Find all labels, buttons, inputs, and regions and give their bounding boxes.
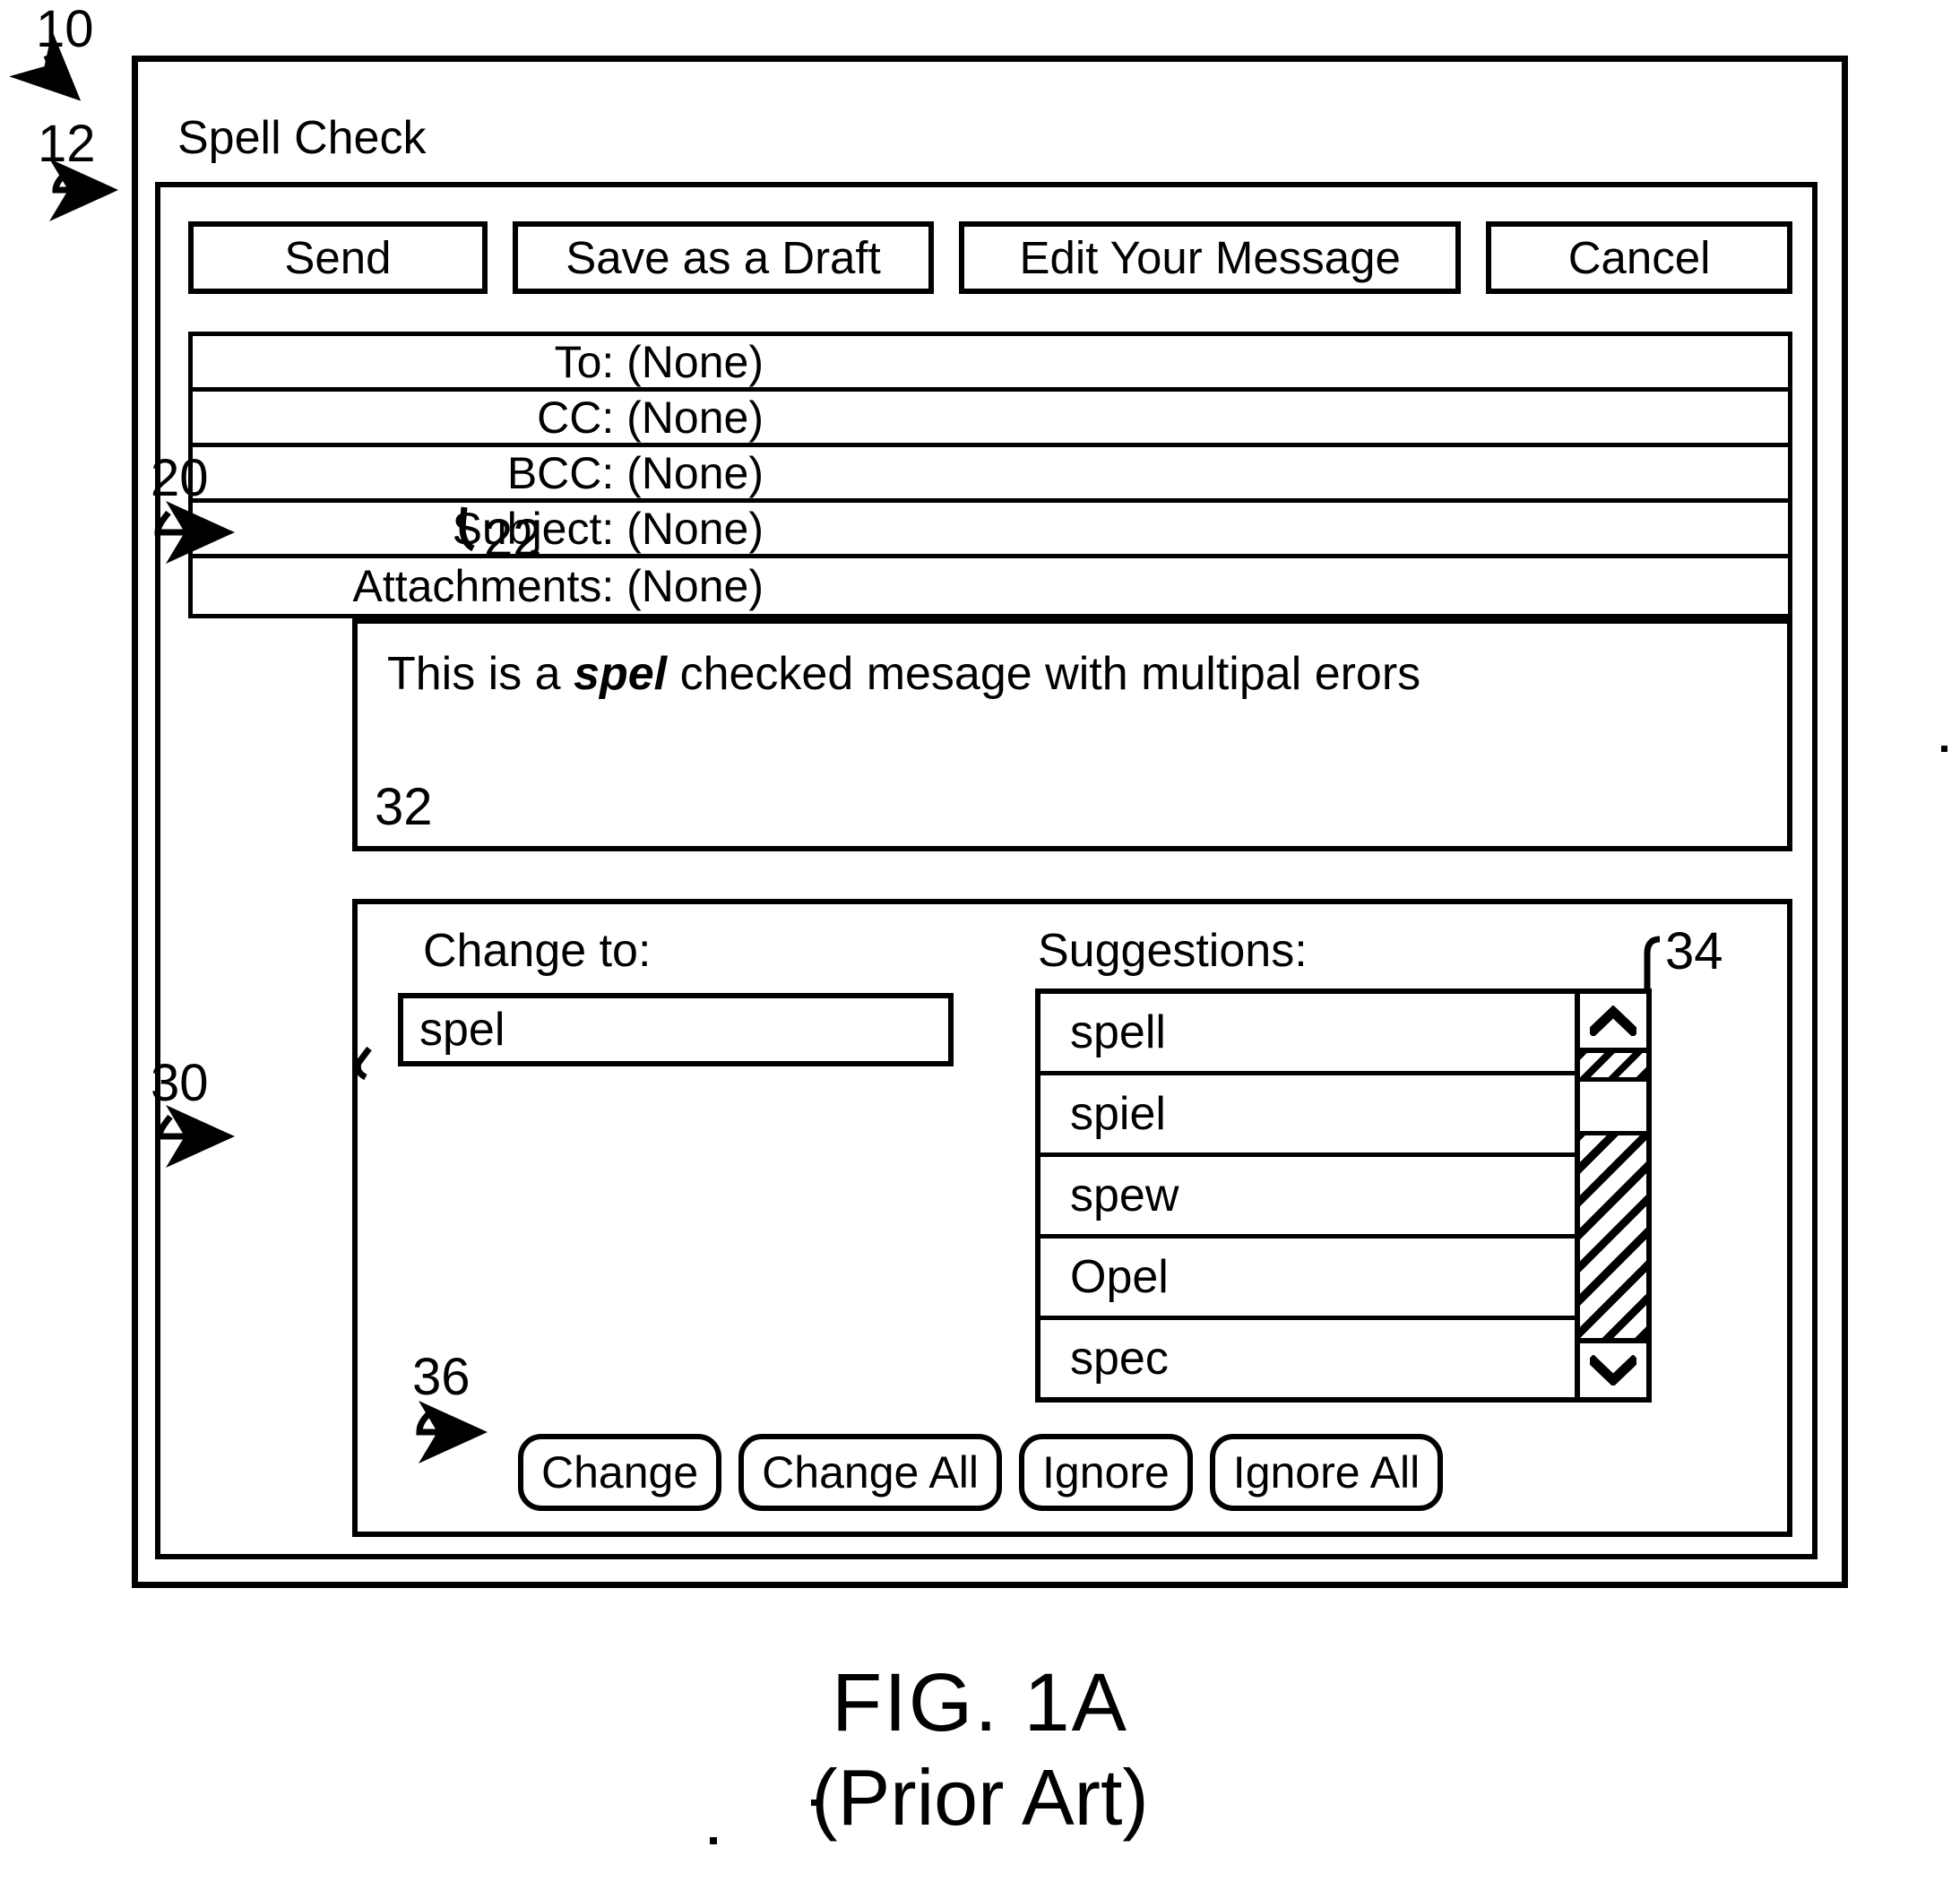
message-text-after: checked mesage with multipal erors (667, 648, 1421, 700)
ignore-all-button[interactable]: Ignore All (1209, 1434, 1444, 1511)
scroll-down-button[interactable] (1580, 1338, 1646, 1397)
ignore-button[interactable]: Ignore (1019, 1434, 1193, 1511)
scrollbar-thumb[interactable] (1580, 1082, 1646, 1135)
header-bcc-label: BCC: (None) (506, 447, 764, 498)
message-body-text: This is a spel checked mesage with multi… (387, 648, 1420, 702)
ref-numeral-36: 36 (412, 1348, 471, 1406)
ref-numeral-32: 32 (375, 778, 433, 836)
chevron-up-icon (1590, 1006, 1636, 1036)
list-item[interactable]: spec (1040, 1320, 1575, 1397)
list-item[interactable]: spew (1040, 1157, 1575, 1239)
figure-title: FIG. 1A (832, 1657, 1128, 1748)
header-row-attachments[interactable]: Attachments: (None) (193, 558, 1788, 614)
message-text-before: This is a (387, 648, 574, 700)
header-subject-label: Subject: (None) (452, 503, 764, 554)
ref-numeral-10: 10 (36, 0, 94, 58)
chevron-down-icon (1590, 1355, 1636, 1385)
toolbar: Send Save as a Draft Edit Your Message C… (188, 221, 1792, 294)
change-button[interactable]: Change (518, 1434, 722, 1511)
list-item[interactable]: Opel (1040, 1239, 1575, 1320)
leader-10 (9, 30, 82, 101)
suggestions-scrollbar[interactable] (1575, 994, 1646, 1397)
change-to-label: Change to: (423, 925, 652, 977)
ref-numeral-20: 20 (151, 449, 209, 507)
spell-action-buttons: Change Change All Ignore Ignore All (518, 1434, 1444, 1511)
header-row-subject[interactable]: Subject: (None) (193, 503, 1788, 558)
scrollbar-track-lower[interactable] (1580, 1135, 1646, 1338)
list-item[interactable]: spiel (1040, 1075, 1575, 1157)
scan-speck (811, 1800, 817, 1806)
message-header-fields: To: (None) CC: (None) BCC: (None) Subjec… (188, 332, 1792, 618)
figure-caption: FIG. 1A (Prior Art) (0, 1657, 1960, 1847)
header-row-cc[interactable]: CC: (None) (193, 392, 1788, 447)
header-cc-label: CC: (None) (537, 392, 764, 443)
ref-numeral-12: 12 (38, 115, 96, 173)
suggestions-listbox[interactable]: spell spiel spew Opel spec (1035, 988, 1652, 1403)
list-item[interactable]: spell (1040, 994, 1575, 1075)
suggestions-label: Suggestions: (1038, 925, 1308, 977)
scrollbar-track-upper[interactable] (1580, 1053, 1646, 1082)
scan-speck (710, 1837, 717, 1844)
header-to-label: To: (None) (554, 336, 764, 387)
message-body-area[interactable]: This is a spel checked mesage with multi… (352, 618, 1792, 851)
edit-message-button[interactable]: Edit Your Message (959, 221, 1462, 294)
page-title: Spell Check (177, 112, 427, 164)
save-draft-button[interactable]: Save as a Draft (512, 221, 935, 294)
ref-numeral-30: 30 (151, 1054, 209, 1112)
change-all-button[interactable]: Change All (738, 1434, 1003, 1511)
cancel-button[interactable]: Cancel (1486, 221, 1792, 294)
header-attachments-label: Attachments: (None) (352, 561, 764, 611)
figure-subtitle: (Prior Art) (811, 1753, 1149, 1843)
change-to-input[interactable]: spel (398, 993, 954, 1066)
ref-numeral-34: 34 (1665, 922, 1723, 980)
scan-speck (1941, 746, 1947, 752)
send-button[interactable]: Send (188, 221, 488, 294)
leader-12 (49, 159, 118, 221)
header-row-bcc[interactable]: BCC: (None) (193, 447, 1788, 503)
scroll-up-button[interactable] (1580, 994, 1646, 1053)
ref-numeral-22: 22 (484, 509, 542, 567)
misspelled-word: spel (574, 648, 668, 700)
header-row-to[interactable]: To: (None) (193, 336, 1788, 392)
suggestions-list: spell spiel spew Opel spec (1040, 994, 1575, 1397)
